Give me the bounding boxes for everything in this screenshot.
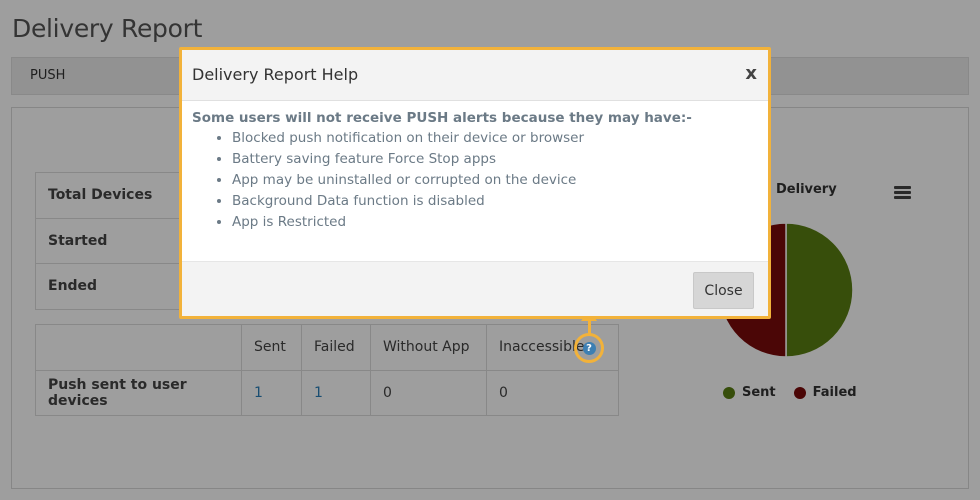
modal-reason-list: Blocked push notification on their devic… [192,128,762,233]
question-icon[interactable]: ? [582,341,596,355]
help-highlight-ring: ? [574,333,604,363]
help-modal: Delivery Report Help x Some users will n… [179,47,771,319]
close-icon[interactable]: x [745,63,757,84]
callout-line [588,320,591,334]
list-item: Blocked push notification on their devic… [232,128,762,149]
modal-lead-text: Some users will not receive PUSH alerts … [192,110,692,126]
close-button[interactable]: Close [693,272,754,309]
list-item: Battery saving feature Force Stop apps [232,149,762,170]
list-item: App is Restricted [232,212,762,233]
modal-footer: Close [182,261,768,316]
list-item: Background Data function is disabled [232,191,762,212]
modal-body: Some users will not receive PUSH alerts … [192,110,762,233]
modal-header: Delivery Report Help x [182,50,768,101]
list-item: App may be uninstalled or corrupted on t… [232,170,762,191]
modal-title: Delivery Report Help [192,65,359,84]
